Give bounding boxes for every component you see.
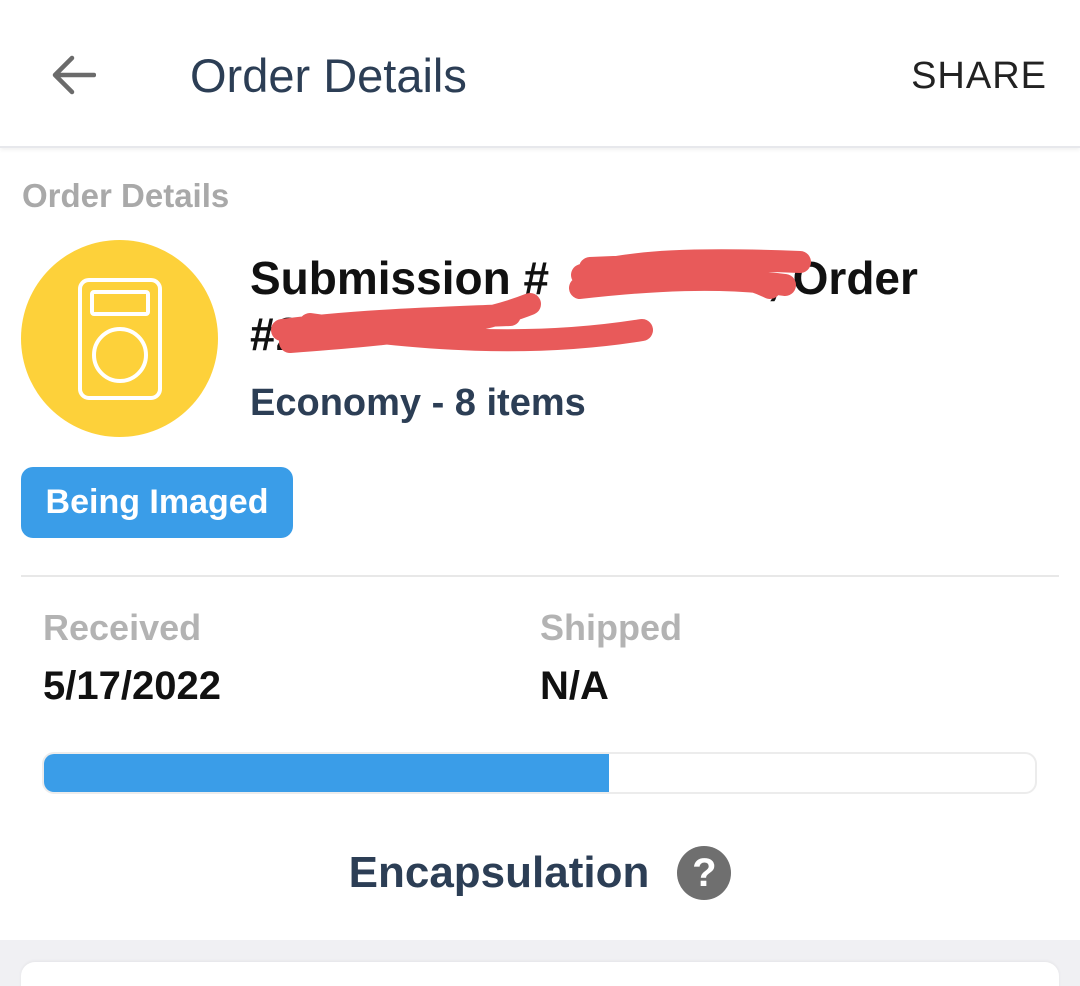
progress-fill	[44, 754, 609, 792]
section-label: Order Details	[22, 177, 230, 214]
app-bar: Order Details SHARE	[0, 0, 1080, 148]
received-date: 5/17/2022	[43, 664, 221, 708]
divider	[21, 575, 1059, 577]
progress-bar	[42, 752, 1037, 794]
card-slab-icon	[77, 277, 162, 400]
page-title: Order Details	[190, 49, 467, 102]
back-button[interactable]	[40, 44, 108, 106]
help-icon[interactable]: ?	[677, 846, 732, 900]
arrow-left-icon	[52, 55, 96, 95]
shipped-label: Shipped	[540, 607, 682, 648]
service-level: Economy - 8 items	[250, 382, 586, 424]
received-label: Received	[43, 607, 202, 648]
encapsulation-label: Encapsulation	[348, 848, 650, 897]
encapsulation-row: Encapsulation ?	[0, 838, 1080, 908]
order-avatar	[21, 240, 218, 437]
shipped-block: Shipped N/A	[540, 606, 682, 710]
next-card	[21, 962, 1059, 986]
share-button[interactable]: SHARE	[911, 52, 1047, 100]
status-badge: Being Imaged	[21, 467, 293, 538]
received-block: Received 5/17/2022	[43, 606, 221, 710]
shipped-date: N/A	[540, 664, 609, 708]
redaction-mark	[271, 293, 653, 353]
